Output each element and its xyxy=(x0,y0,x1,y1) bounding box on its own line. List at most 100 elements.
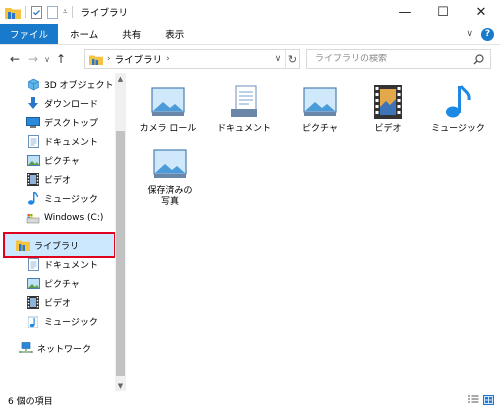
library-item-label: ミュージック xyxy=(431,124,485,134)
sidebar-item-label: ミュージック xyxy=(44,317,98,328)
navigation-pane-scrollbar[interactable]: ▲ ▼ xyxy=(115,73,126,391)
status-bar: 6 個の項目 xyxy=(0,391,500,409)
tab-share[interactable]: 共有 xyxy=(110,24,153,44)
library-icon xyxy=(16,238,30,252)
file-list: カメラ ロール ドキュメント ピクチャ ビデオ ミュージック 保存済みの 写真 xyxy=(130,73,500,391)
sidebar-item-label: ビデオ xyxy=(44,175,72,186)
videos-icon xyxy=(26,295,40,309)
library-item-label: ビデオ xyxy=(374,124,402,134)
3d-objects-icon xyxy=(26,77,40,91)
sidebar-item-desktop[interactable]: デスクトップ xyxy=(0,113,118,131)
forward-button[interactable]: → xyxy=(24,49,42,69)
item-count: 6 個の項目 xyxy=(8,396,53,407)
sidebar-item-library-pictures[interactable]: ピクチャ xyxy=(0,274,118,292)
sidebar-item-label: ダウンロード xyxy=(44,99,99,110)
breadcrumb-libraries[interactable]: ライブラリ xyxy=(115,52,163,66)
music-icon xyxy=(26,191,40,205)
sidebar-item-network[interactable]: ネットワーク xyxy=(0,339,118,357)
sidebar-item-library-videos[interactable]: ビデオ xyxy=(0,293,118,311)
close-button[interactable]: ✕ xyxy=(462,0,500,24)
library-item-saved-pictures[interactable]: 保存済みの 写真 xyxy=(140,145,200,208)
sidebar-item-label: ドキュメント xyxy=(44,260,99,271)
sidebar-item-library-documents[interactable]: ドキュメント xyxy=(0,255,118,273)
library-item-camera-roll[interactable]: カメラ ロール xyxy=(138,83,198,135)
help-icon[interactable]: ? xyxy=(481,27,494,41)
sidebar-item-label: ライブラリ xyxy=(34,241,80,252)
documents-icon xyxy=(26,134,40,148)
sidebar-item-documents[interactable]: ドキュメント xyxy=(0,132,118,150)
sidebar-item-label: ドキュメント xyxy=(44,137,99,148)
documents-icon xyxy=(224,83,264,121)
scroll-down-button[interactable]: ▼ xyxy=(115,380,126,391)
pictures-icon xyxy=(26,153,40,167)
sidebar-item-label: ミュージック xyxy=(44,194,98,205)
sidebar-item-label: ビデオ xyxy=(44,298,72,309)
sidebar-item-label: Windows (C:) xyxy=(44,213,104,223)
title-bar: ⩡ ライブラリ — ☐ ✕ xyxy=(0,0,500,24)
videos-icon xyxy=(26,172,40,186)
library-folder-icon xyxy=(89,55,103,65)
music-icon xyxy=(438,83,478,121)
recent-locations-button[interactable]: ∨ xyxy=(42,49,52,69)
pictures-icon xyxy=(26,276,40,290)
camera-roll-icon xyxy=(148,83,188,121)
maximize-button[interactable]: ☐ xyxy=(424,0,462,24)
sidebar-item-label: ネットワーク xyxy=(37,344,92,355)
details-view-icon[interactable] xyxy=(468,395,479,405)
ribbon-tabs: ファイル ホーム 共有 表示 ∨ ? xyxy=(0,24,500,45)
breadcrumb-separator[interactable]: › xyxy=(107,54,111,64)
search-icon xyxy=(473,53,484,64)
sidebar-item-label: ピクチャ xyxy=(44,279,80,290)
download-icon xyxy=(26,96,40,110)
sidebar-item-3d-objects[interactable]: 3D オブジェクト xyxy=(0,75,118,93)
sidebar-item-windows-drive[interactable]: Windows (C:) xyxy=(0,209,118,227)
sidebar-item-downloads[interactable]: ダウンロード xyxy=(0,94,118,112)
sidebar-item-label: 3D オブジェクト xyxy=(44,80,114,91)
sidebar-item-pictures[interactable]: ピクチャ xyxy=(0,151,118,169)
tab-view[interactable]: 表示 xyxy=(153,24,196,44)
network-icon xyxy=(19,341,33,355)
videos-icon xyxy=(368,83,408,121)
customize-toolbar-icon[interactable]: ⩡ xyxy=(63,7,68,17)
refresh-button[interactable]: ↻ xyxy=(285,50,299,68)
library-item-label: ピクチャ xyxy=(302,124,338,134)
scrollbar-thumb[interactable] xyxy=(116,131,125,376)
library-item-pictures[interactable]: ピクチャ xyxy=(290,83,350,135)
library-item-videos[interactable]: ビデオ xyxy=(358,83,418,135)
minimize-button[interactable]: — xyxy=(386,0,424,24)
tab-home[interactable]: ホーム xyxy=(58,24,110,44)
search-box[interactable] xyxy=(306,49,491,69)
music-icon xyxy=(26,314,40,328)
library-item-label: 保存済みの 写真 xyxy=(147,186,193,207)
up-button[interactable]: ↑ xyxy=(52,49,70,69)
sidebar-item-label: ピクチャ xyxy=(44,156,80,167)
tab-file[interactable]: ファイル xyxy=(0,24,59,44)
navigation-pane: 3D オブジェクト ダウンロード デスクトップ ドキュメント ピクチャ ビデオ xyxy=(0,73,128,391)
new-folder-icon[interactable] xyxy=(46,5,59,19)
library-item-label: ドキュメント xyxy=(216,124,271,134)
library-item-music[interactable]: ミュージック xyxy=(428,83,488,135)
scroll-up-button[interactable]: ▲ xyxy=(115,73,126,84)
library-item-documents[interactable]: ドキュメント xyxy=(214,83,274,135)
desktop-icon xyxy=(26,115,40,129)
drive-icon xyxy=(26,211,40,225)
address-dropdown-button[interactable]: ∨ xyxy=(271,54,285,64)
properties-icon[interactable] xyxy=(30,5,43,19)
navigation-bar: ← → ∨ ↑ › ライブラリ › ∨ ↻ xyxy=(0,45,500,73)
pictures-icon xyxy=(300,83,340,121)
toolbar-separator xyxy=(25,6,26,18)
address-bar[interactable]: › ライブラリ › ∨ ↻ xyxy=(84,49,300,69)
sidebar-item-videos[interactable]: ビデオ xyxy=(0,170,118,188)
quick-access-toolbar: ⩡ xyxy=(0,0,77,24)
back-button[interactable]: ← xyxy=(6,49,24,69)
library-item-label: カメラ ロール xyxy=(139,124,197,134)
sidebar-item-music[interactable]: ミュージック xyxy=(0,189,118,207)
expand-ribbon-icon[interactable]: ∨ xyxy=(466,29,473,39)
large-icons-view-icon[interactable] xyxy=(483,395,494,405)
sidebar-item-library-music[interactable]: ミュージック xyxy=(0,312,118,330)
sidebar-item-label: デスクトップ xyxy=(44,118,99,129)
search-input[interactable] xyxy=(315,54,465,64)
breadcrumb-separator[interactable]: › xyxy=(166,54,170,64)
documents-icon xyxy=(26,257,40,271)
toolbar-separator xyxy=(71,6,73,18)
